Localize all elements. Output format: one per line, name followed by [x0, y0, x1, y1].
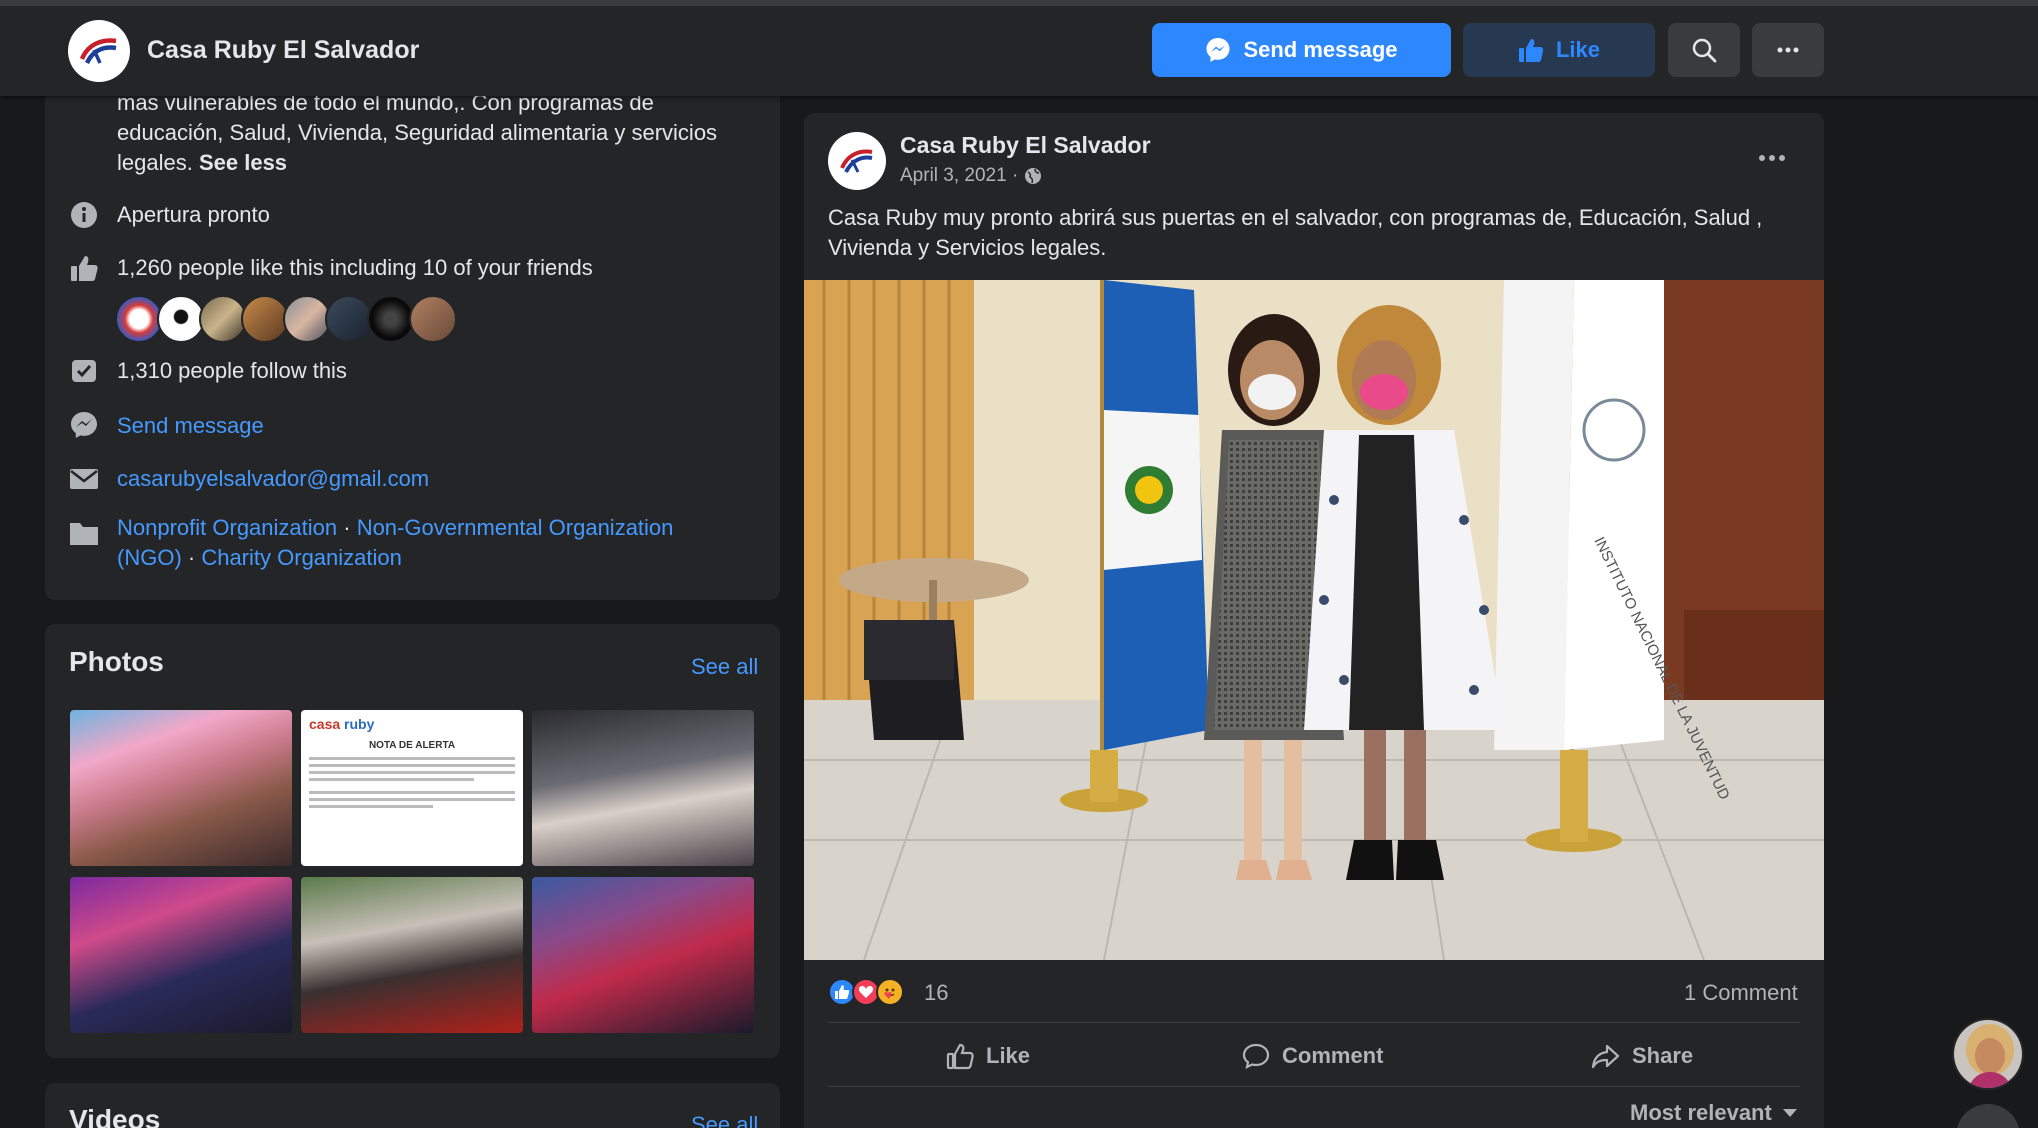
category-link[interactable]: Nonprofit Organization — [117, 515, 337, 540]
share-button-label: Share — [1632, 1043, 1694, 1068]
follow-check-icon — [68, 354, 100, 386]
folder-icon — [68, 517, 100, 549]
send-message-link[interactable]: Send message — [117, 413, 264, 439]
photos-see-all-link[interactable]: See all — [691, 654, 758, 680]
photo-thumbnail[interactable] — [70, 877, 292, 1033]
post-options-icon[interactable] — [1756, 148, 1788, 168]
page-logo[interactable] — [68, 20, 130, 82]
thumbs-up-icon — [68, 252, 100, 284]
photo-thumbnail[interactable] — [70, 710, 292, 866]
videos-see-all-link[interactable]: See all — [691, 1112, 758, 1128]
alert-document-brand-ruby: ruby — [344, 716, 375, 732]
avatar[interactable] — [367, 295, 415, 343]
follows-text: 1,310 people follow this — [117, 358, 347, 383]
messenger-icon — [1205, 37, 1231, 63]
new-message-button[interactable] — [1956, 1104, 2020, 1128]
send-message-button[interactable]: Send message — [1152, 23, 1451, 77]
alert-document-heading: NOTA DE ALERTA — [368, 740, 456, 751]
send-message-button-label: Send message — [1243, 37, 1398, 62]
post-image[interactable]: INSTITUTO NACIONAL DE LA JUVENTUD — [804, 280, 1824, 960]
post-date-text[interactable]: April 3, 2021 · — [900, 165, 1018, 187]
avatar[interactable] — [199, 295, 247, 343]
alert-document-brand: casa ruby — [309, 716, 515, 732]
sort-comments-label: Most relevant — [1630, 1100, 1772, 1125]
status-text: Apertura pronto — [117, 202, 270, 227]
avatar[interactable] — [241, 295, 289, 343]
photo-thumbnail[interactable] — [301, 877, 523, 1033]
caret-down-icon — [1782, 1108, 1798, 1118]
categories: Nonprofit Organization · Non-Governmenta… — [117, 513, 767, 573]
avatar[interactable] — [283, 295, 331, 343]
search-button[interactable] — [1668, 23, 1740, 77]
globe-icon — [1024, 167, 1042, 185]
about-description: mas vulnerables de todo el mundo,. Con p… — [117, 88, 757, 178]
category-separator: · — [181, 545, 202, 570]
videos-title: Videos — [69, 1104, 161, 1128]
share-button[interactable]: Share — [1590, 1036, 1693, 1076]
alert-document-brand-casa: casa — [309, 716, 341, 732]
like-page-button[interactable]: Like — [1463, 23, 1655, 77]
messenger-icon — [68, 409, 100, 441]
info-icon — [68, 199, 100, 231]
photos-title: Photos — [69, 646, 164, 677]
comment-count[interactable]: 1 Comment — [1684, 980, 1798, 1006]
post-author[interactable]: Casa Ruby El Salvador — [900, 132, 1151, 159]
sort-comments-dropdown[interactable]: Most relevant — [1630, 1100, 1798, 1126]
comment-icon — [1242, 1042, 1270, 1070]
like-button[interactable]: Like — [946, 1036, 1030, 1076]
about-description-line: legales. — [117, 150, 193, 175]
category-separator: · — [337, 515, 357, 540]
category-link[interactable]: Charity Organization — [201, 545, 402, 570]
document-line — [309, 757, 515, 760]
avatar[interactable] — [325, 295, 373, 343]
chat-head-avatar[interactable] — [1952, 1018, 2024, 1090]
divider — [828, 1022, 1800, 1023]
document-line — [309, 791, 515, 794]
post-avatar[interactable] — [828, 132, 886, 190]
photo-thumbnail[interactable] — [532, 877, 754, 1033]
share-icon — [1590, 1042, 1620, 1070]
like-page-button-label: Like — [1555, 37, 1601, 62]
more-options-icon — [1776, 46, 1800, 54]
document-line — [309, 771, 515, 774]
thumbs-up-icon — [1518, 37, 1544, 63]
header-page-name[interactable]: Casa Ruby El Salvador — [147, 36, 419, 65]
avatar[interactable] — [115, 295, 163, 343]
comment-button-label: Comment — [1282, 1043, 1384, 1068]
search-icon — [1691, 37, 1717, 63]
avatar[interactable] — [409, 295, 457, 343]
thumbs-up-outline-icon — [946, 1042, 974, 1070]
comment-button[interactable]: Comment — [1242, 1036, 1383, 1076]
photo-thumbnail[interactable] — [532, 710, 754, 866]
friend-avatars — [115, 295, 457, 343]
reactions[interactable] — [828, 978, 904, 1006]
divider — [828, 1086, 1800, 1087]
care-reaction-icon — [876, 978, 904, 1006]
document-line — [309, 778, 474, 781]
avatar[interactable] — [157, 295, 205, 343]
about-description-line: educación, Salud, Vivienda, Seguridad al… — [117, 120, 718, 145]
document-line — [309, 798, 515, 801]
post-date: April 3, 2021 · — [900, 165, 1042, 187]
reaction-count[interactable]: 16 — [924, 980, 948, 1006]
see-less-link[interactable]: See less — [199, 150, 287, 175]
email-link[interactable]: casarubyelsalvador@gmail.com — [117, 466, 429, 492]
document-line — [309, 764, 515, 767]
like-button-label: Like — [986, 1043, 1031, 1068]
photo-thumbnail[interactable]: casa ruby NOTA DE ALERTA — [301, 710, 523, 866]
likes-text: 1,260 people like this including 10 of y… — [117, 255, 593, 280]
more-options-button[interactable] — [1752, 23, 1824, 77]
document-line — [309, 805, 433, 808]
category-link[interactable]: (NGO) — [117, 545, 182, 570]
envelope-icon — [68, 463, 100, 495]
category-link[interactable]: Non-Governmental Organization — [357, 515, 674, 540]
post-text: Casa Ruby muy pronto abrirá sus puertas … — [828, 205, 1763, 260]
